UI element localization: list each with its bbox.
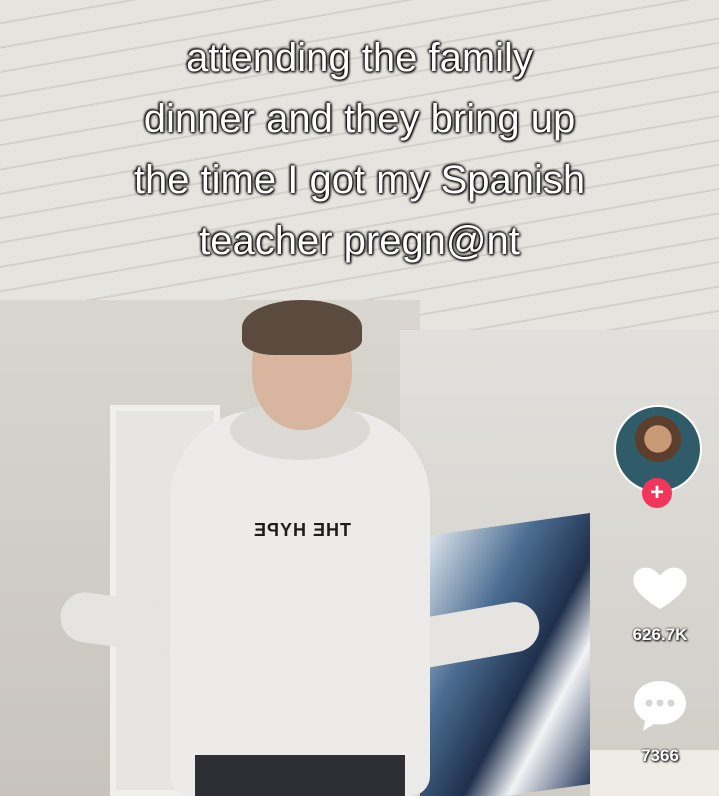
caption-line-2: dinner and they bring up	[143, 97, 576, 141]
caption-line-4: teacher pregn@nt	[199, 219, 520, 263]
pants	[195, 755, 405, 796]
comment-count: 7366	[641, 746, 679, 765]
caption-line-1: attending the family	[186, 36, 533, 80]
hoodie	[170, 410, 430, 796]
caption-line-3: the time I got my Spanish	[133, 158, 586, 202]
plus-icon[interactable]: +	[642, 478, 672, 508]
shirt-logo-text: THE HYPE	[252, 520, 352, 540]
comment-bubble-icon[interactable]	[630, 677, 690, 733]
video-caption: attending the family dinner and they bri…	[20, 28, 699, 272]
hair	[242, 300, 362, 355]
like-count: 626.7K	[632, 625, 688, 644]
person: THE HYPE	[57, 300, 544, 796]
heart-icon[interactable]	[628, 553, 692, 617]
